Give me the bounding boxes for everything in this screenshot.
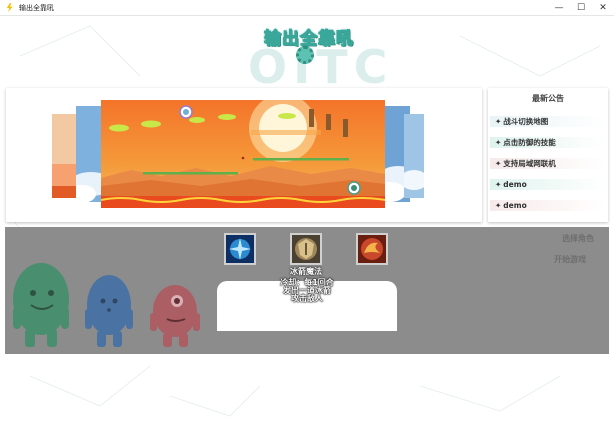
announcement-item[interactable]: ✦ 点击防御的技能 xyxy=(490,137,606,148)
map-carousel xyxy=(6,88,482,222)
announcement-item[interactable]: ✦ 战斗切换地图 xyxy=(490,116,606,127)
close-button[interactable]: ✕ xyxy=(592,0,614,16)
title-bar: 输出全靠吼 — ☐ ✕ xyxy=(0,0,614,16)
announcement-item-label: 点击防御的技能 xyxy=(503,138,556,147)
start-game-button[interactable]: 开始游戏 xyxy=(551,255,589,265)
window-title: 输出全靠吼 xyxy=(19,3,54,12)
logo-title: 输出全靠吼 xyxy=(264,29,354,50)
bullet-icon: ✦ xyxy=(495,117,502,126)
window-controls: — ☐ ✕ xyxy=(548,0,614,16)
lightning-app-icon xyxy=(6,3,13,12)
bullet-icon: ✦ xyxy=(495,159,502,168)
frost-skill-icon[interactable] xyxy=(224,233,256,265)
announcement-item-label: demo xyxy=(503,180,527,189)
shield-skill-icon[interactable] xyxy=(290,233,322,265)
game-logo: OITC 输出全靠吼 xyxy=(220,22,390,95)
announcement-item[interactable]: ✦ demo xyxy=(490,179,606,190)
mascot-group xyxy=(13,263,200,347)
skill-description: 冷却：每1回合 发出一道冰箭 攻击敌人 xyxy=(262,279,352,303)
announcement-item-label: demo xyxy=(503,201,527,210)
minimize-button[interactable]: — xyxy=(548,0,570,16)
announcement-title: 最新公告 xyxy=(532,94,564,103)
carousel-slide-far-right[interactable] xyxy=(404,114,424,198)
maximize-button[interactable]: ☐ xyxy=(570,0,592,16)
announcement-item-label: 战斗切换地图 xyxy=(503,117,549,126)
green-mascot-icon xyxy=(13,263,69,347)
carousel-slide-main[interactable] xyxy=(101,100,385,208)
bullet-icon: ✦ xyxy=(495,201,502,210)
dragon-skill-icon[interactable] xyxy=(356,233,388,265)
skill-description-line: 攻击敌人 xyxy=(291,294,323,303)
selected-skill-name: 冰箭魔法 xyxy=(290,267,322,276)
blue-mascot-icon xyxy=(85,275,133,347)
announcement-item[interactable]: ✦ demo xyxy=(490,200,606,211)
announcement-item[interactable]: ✦ 支持局域网联机 xyxy=(490,158,606,169)
red-mascot-icon xyxy=(150,285,200,347)
bullet-icon: ✦ xyxy=(495,138,502,147)
announcement-item-label: 支持局域网联机 xyxy=(503,159,556,168)
select-character-button[interactable]: 选择角色 xyxy=(559,234,597,244)
bullet-icon: ✦ xyxy=(495,180,502,189)
